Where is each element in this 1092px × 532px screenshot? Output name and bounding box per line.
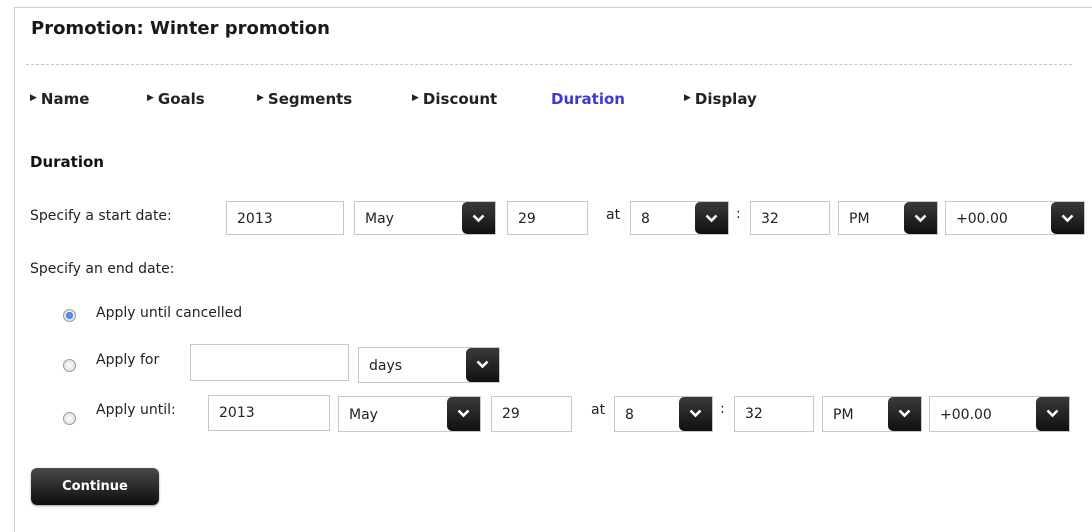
- caret-right-icon: ▶: [257, 93, 264, 103]
- dropdown-button[interactable]: [904, 202, 937, 234]
- select-value: May: [349, 407, 378, 423]
- dropdown-button[interactable]: [466, 348, 499, 382]
- chevron-down-icon: [689, 409, 702, 418]
- tab-segments[interactable]: ▶ Segments: [257, 90, 352, 108]
- chevron-down-icon: [705, 214, 718, 223]
- caret-right-icon: ▶: [412, 93, 419, 103]
- start-hour-select[interactable]: 8: [630, 201, 729, 235]
- chevron-down-icon: [898, 409, 911, 418]
- caret-right-icon: ▶: [30, 93, 37, 103]
- chevron-down-icon: [1061, 214, 1074, 223]
- select-value: 8: [641, 211, 650, 227]
- end-month-select[interactable]: May: [338, 396, 481, 432]
- chevron-down-icon: [1046, 409, 1059, 418]
- tab-duration[interactable]: Duration: [551, 90, 625, 108]
- tab-label: Duration: [551, 90, 625, 108]
- select-value: PM: [849, 211, 870, 227]
- continue-button[interactable]: Continue: [31, 468, 159, 505]
- tab-label: Segments: [267, 90, 353, 108]
- select-value: 8: [625, 407, 634, 423]
- apply-for-unit-select[interactable]: days: [358, 347, 500, 383]
- chevron-down-icon: [476, 360, 489, 369]
- start-timezone-select[interactable]: +00.00: [945, 201, 1085, 235]
- start-day-input[interactable]: 29: [507, 201, 588, 235]
- end-day-input[interactable]: 29: [491, 396, 572, 432]
- apply-until-radio[interactable]: [63, 412, 76, 425]
- page-title: Promotion: Winter promotion: [31, 18, 330, 39]
- apply-until-label: Apply until:: [96, 402, 176, 418]
- apply-until-cancelled-radio[interactable]: [63, 309, 76, 322]
- at-label: at: [606, 207, 621, 223]
- tab-label: Name: [40, 90, 90, 108]
- select-value: +00.00: [956, 211, 1008, 227]
- dropdown-button[interactable]: [462, 202, 495, 234]
- start-ampm-select[interactable]: PM: [838, 201, 938, 235]
- tab-label: Goals: [157, 90, 205, 108]
- chevron-down-icon: [472, 214, 485, 223]
- colon-label: :: [736, 206, 741, 222]
- dropdown-button[interactable]: [1051, 202, 1084, 234]
- tab-discount[interactable]: ▶ Discount: [412, 90, 497, 108]
- end-minute-input[interactable]: 32: [734, 396, 814, 432]
- end-date-label: Specify an end date:: [30, 261, 175, 277]
- section-title: Duration: [30, 153, 104, 171]
- colon-label: :: [720, 401, 725, 417]
- select-value: PM: [833, 407, 854, 423]
- caret-right-icon: ▶: [147, 93, 154, 103]
- tab-label: Discount: [422, 90, 498, 108]
- tab-goals[interactable]: ▶ Goals: [147, 90, 205, 108]
- apply-for-input[interactable]: [190, 344, 349, 381]
- select-value: May: [365, 211, 394, 227]
- end-year-input[interactable]: 2013: [208, 395, 330, 431]
- tab-name[interactable]: ▶ Name: [30, 90, 89, 108]
- dropdown-button[interactable]: [447, 397, 480, 431]
- tab-display[interactable]: ▶ Display: [684, 90, 757, 108]
- start-date-label: Specify a start date:: [30, 208, 172, 224]
- chevron-down-icon: [914, 214, 927, 223]
- start-year-input[interactable]: 2013: [226, 201, 344, 235]
- caret-right-icon: ▶: [684, 93, 691, 103]
- start-month-select[interactable]: May: [354, 201, 496, 235]
- apply-for-radio[interactable]: [63, 359, 76, 372]
- content-panel: [14, 7, 1092, 532]
- end-timezone-select[interactable]: +00.00: [929, 396, 1070, 432]
- select-value: +00.00: [940, 407, 992, 423]
- dropdown-button[interactable]: [1036, 397, 1069, 431]
- apply-for-label: Apply for: [96, 352, 160, 368]
- dropdown-button[interactable]: [888, 397, 921, 431]
- select-value: days: [369, 358, 403, 374]
- chevron-down-icon: [457, 409, 470, 418]
- end-hour-select[interactable]: 8: [614, 396, 713, 432]
- tab-label: Display: [694, 90, 757, 108]
- dropdown-button[interactable]: [695, 202, 728, 234]
- apply-until-cancelled-label: Apply until cancelled: [96, 305, 243, 321]
- at-label: at: [591, 402, 606, 418]
- start-minute-input[interactable]: 32: [750, 201, 830, 235]
- dropdown-button[interactable]: [679, 397, 712, 431]
- end-ampm-select[interactable]: PM: [822, 396, 922, 432]
- divider: [26, 64, 1072, 65]
